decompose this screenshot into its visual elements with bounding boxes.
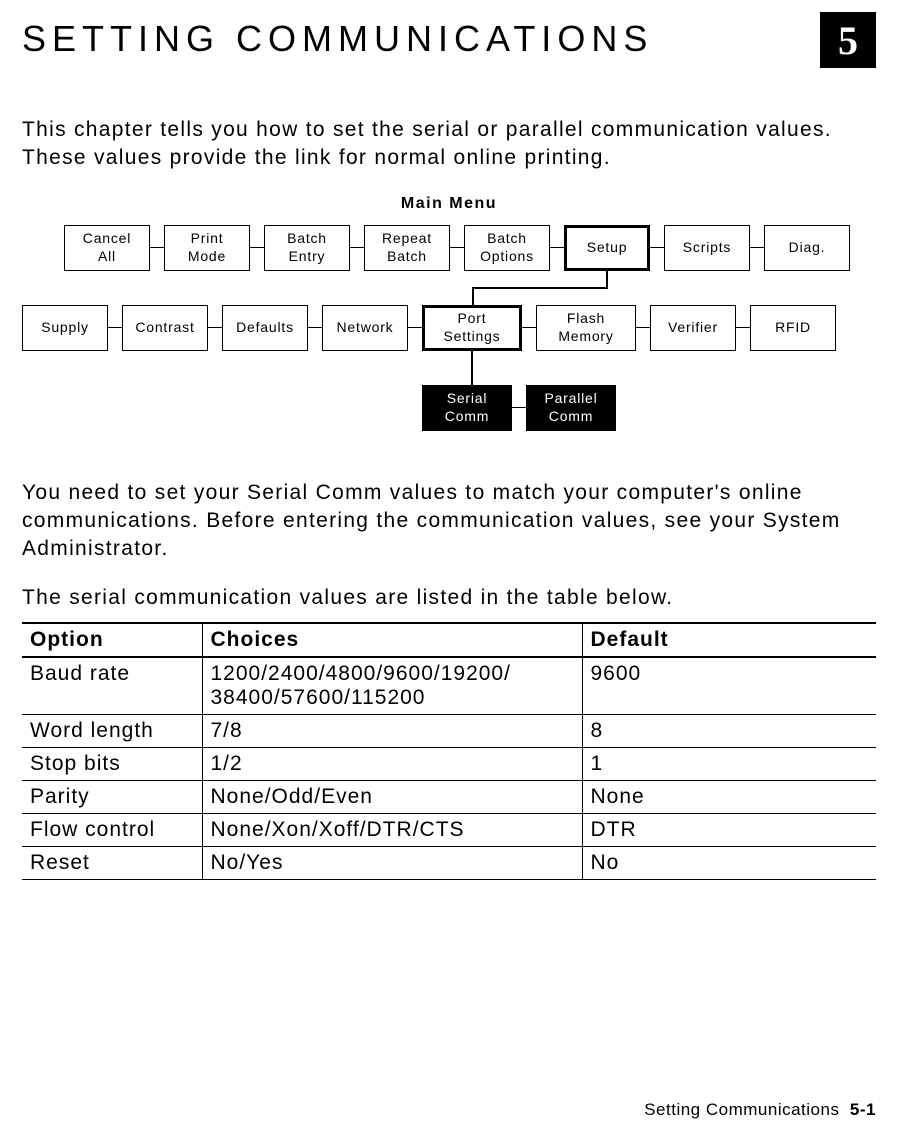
menu-box-batch-options: BatchOptions bbox=[464, 225, 550, 271]
connector bbox=[408, 327, 422, 328]
cell-default: None bbox=[582, 781, 876, 814]
cell-default: 1 bbox=[582, 748, 876, 781]
cell-option: Baud rate bbox=[22, 657, 202, 715]
connector bbox=[650, 247, 664, 248]
cell-default: DTR bbox=[582, 814, 876, 847]
connector bbox=[512, 407, 526, 408]
footer-page-number: 5-1 bbox=[850, 1100, 876, 1119]
connector bbox=[750, 247, 764, 248]
connector bbox=[606, 271, 608, 287]
serial-comm-table: Option Choices Default Baud rate 1200/24… bbox=[22, 622, 876, 880]
paragraph-table-intro: The serial communication values are list… bbox=[22, 584, 876, 612]
table-row: Baud rate 1200/2400/4800/9600/19200/3840… bbox=[22, 657, 876, 715]
menu-box-rfid: RFID bbox=[750, 305, 836, 351]
menu-diagram: CancelAll PrintMode BatchEntry RepeatBat… bbox=[22, 225, 876, 455]
cell-option: Flow control bbox=[22, 814, 202, 847]
main-menu-label: Main Menu bbox=[22, 195, 876, 213]
th-choices: Choices bbox=[202, 623, 582, 657]
intro-paragraph: This chapter tells you how to set the se… bbox=[22, 116, 876, 173]
menu-box-defaults: Defaults bbox=[222, 305, 308, 351]
cell-choices: None/Xon/Xoff/DTR/CTS bbox=[202, 814, 582, 847]
connector bbox=[350, 247, 364, 248]
menu-box-print-mode: PrintMode bbox=[164, 225, 250, 271]
footer-section: Setting Communications bbox=[644, 1100, 839, 1119]
menu-box-serial-comm: SerialComm bbox=[422, 385, 512, 431]
table-row: Parity None/Odd/Even None bbox=[22, 781, 876, 814]
cell-choices: 1/2 bbox=[202, 748, 582, 781]
cell-default: 8 bbox=[582, 715, 876, 748]
menu-box-contrast: Contrast bbox=[122, 305, 208, 351]
menu-box-parallel-comm: ParallelComm bbox=[526, 385, 616, 431]
chapter-number-badge: 5 bbox=[820, 12, 876, 68]
connector bbox=[472, 287, 608, 289]
chapter-title: SETTING COMMUNICATIONS bbox=[22, 18, 653, 60]
menu-box-batch-entry: BatchEntry bbox=[264, 225, 350, 271]
menu-box-cancel-all: CancelAll bbox=[64, 225, 150, 271]
menu-box-supply: Supply bbox=[22, 305, 108, 351]
cell-choices: 7/8 bbox=[202, 715, 582, 748]
menu-box-diag: Diag. bbox=[764, 225, 850, 271]
connector bbox=[472, 287, 474, 305]
cell-default: No bbox=[582, 847, 876, 880]
paragraph-serial-comm: You need to set your Serial Comm values … bbox=[22, 479, 876, 564]
cell-default: 9600 bbox=[582, 657, 876, 715]
menu-box-repeat-batch: RepeatBatch bbox=[364, 225, 450, 271]
cell-option: Word length bbox=[22, 715, 202, 748]
table-header-row: Option Choices Default bbox=[22, 623, 876, 657]
connector bbox=[550, 247, 564, 248]
table-row: Word length 7/8 8 bbox=[22, 715, 876, 748]
page-footer: Setting Communications 5-1 bbox=[22, 1100, 876, 1120]
table-row: Reset No/Yes No bbox=[22, 847, 876, 880]
connector bbox=[471, 351, 473, 385]
th-default: Default bbox=[582, 623, 876, 657]
page-header: SETTING COMMUNICATIONS 5 bbox=[22, 18, 876, 68]
menu-box-port-settings: PortSettings bbox=[422, 305, 522, 351]
cell-option: Stop bits bbox=[22, 748, 202, 781]
connector bbox=[108, 327, 122, 328]
cell-choices: No/Yes bbox=[202, 847, 582, 880]
menu-box-verifier: Verifier bbox=[650, 305, 736, 351]
menu-box-setup: Setup bbox=[564, 225, 650, 271]
table-row: Stop bits 1/2 1 bbox=[22, 748, 876, 781]
table-row: Flow control None/Xon/Xoff/DTR/CTS DTR bbox=[22, 814, 876, 847]
cell-choices: None/Odd/Even bbox=[202, 781, 582, 814]
cell-option: Parity bbox=[22, 781, 202, 814]
menu-box-flash-memory: FlashMemory bbox=[536, 305, 636, 351]
connector bbox=[208, 327, 222, 328]
connector bbox=[636, 327, 650, 328]
connector bbox=[450, 247, 464, 248]
cell-choices: 1200/2400/4800/9600/19200/38400/57600/11… bbox=[202, 657, 582, 715]
connector bbox=[250, 247, 264, 248]
cell-option: Reset bbox=[22, 847, 202, 880]
menu-box-network: Network bbox=[322, 305, 408, 351]
th-option: Option bbox=[22, 623, 202, 657]
connector bbox=[150, 247, 164, 248]
connector bbox=[736, 327, 750, 328]
connector bbox=[308, 327, 322, 328]
menu-box-scripts: Scripts bbox=[664, 225, 750, 271]
connector bbox=[522, 327, 536, 328]
